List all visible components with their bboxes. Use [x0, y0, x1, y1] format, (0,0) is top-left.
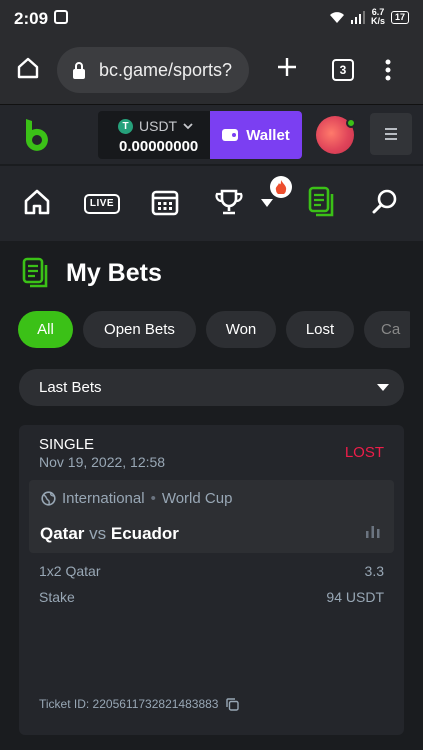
copy-icon[interactable]	[226, 697, 240, 711]
bet-date: Nov 19, 2022, 12:58	[39, 454, 166, 470]
more-menu-icon[interactable]	[384, 58, 392, 82]
odds-value: 3.3	[364, 563, 384, 579]
page-title-row: My Bets	[22, 257, 162, 289]
live-icon[interactable]: LIVE	[84, 194, 120, 214]
bets-range-select[interactable]: Last Bets	[19, 369, 404, 406]
stake-label: Stake	[39, 589, 75, 605]
fire-icon	[275, 180, 287, 194]
ticket-id: Ticket ID: 2205611732821483883	[39, 697, 219, 711]
filter-all[interactable]: All	[18, 311, 73, 348]
notification-icon	[54, 10, 68, 24]
my-bets-icon	[22, 257, 48, 288]
bet-type: SINGLE	[39, 436, 95, 453]
url-bar[interactable]: bc.game/sports?	[57, 47, 249, 93]
hot-badge	[270, 176, 292, 198]
select-value: Last Bets	[39, 379, 102, 396]
stake-value: 94 USDT	[326, 589, 384, 605]
search-icon[interactable]	[371, 188, 399, 216]
market-label: 1x2 Qatar	[39, 563, 101, 579]
home-icon[interactable]	[16, 56, 40, 80]
filter-won[interactable]: Won	[206, 311, 276, 348]
wifi-icon	[329, 12, 344, 23]
balance-display[interactable]: T USDT 0.00000000	[98, 111, 210, 159]
network-speed: 6.7 K/s	[370, 7, 385, 26]
ticket-id-row: Ticket ID: 2205611732821483883	[39, 697, 240, 711]
league-separator: •	[150, 490, 156, 507]
tab-switcher-button[interactable]: 3	[332, 59, 354, 81]
battery-icon: 17	[390, 10, 409, 24]
market-row: 1x2 Qatar 3.3	[39, 563, 384, 579]
bc-logo-icon[interactable]	[22, 117, 50, 153]
bet-card[interactable]: SINGLE Nov 19, 2022, 12:58 LOST Internat…	[19, 425, 404, 735]
status-bar: 2:09 6.7 K/s 17	[0, 0, 423, 36]
calendar-icon[interactable]	[151, 188, 179, 216]
filter-open-bets[interactable]: Open Bets	[83, 311, 196, 348]
avatar[interactable]	[316, 116, 356, 154]
currency-label: USDT	[139, 118, 178, 134]
new-tab-icon[interactable]	[276, 56, 298, 78]
wallet-icon	[222, 129, 239, 141]
status-badge: LOST	[344, 444, 384, 461]
caret-down-icon[interactable]	[261, 199, 273, 207]
status-time: 2:09	[14, 9, 49, 28]
status-icons: 6.7 K/s 17	[329, 8, 409, 26]
league-name: World Cup	[161, 490, 233, 507]
filter-canceled[interactable]: Ca	[364, 311, 410, 348]
wallet-button[interactable]: Wallet	[210, 111, 302, 159]
browser-toolbar: bc.game/sports? 3	[0, 36, 423, 104]
versus-label: vs	[89, 524, 107, 543]
home-team: Qatar	[40, 524, 85, 543]
my-bets-icon[interactable]	[308, 186, 336, 218]
away-team: Ecuador	[110, 524, 179, 543]
league-info: International • World Cup	[41, 490, 232, 507]
balance-amount: 0.00000000	[119, 138, 199, 155]
caret-down-icon	[377, 384, 389, 391]
sports-nav: LIVE	[0, 165, 423, 241]
stake-row: Stake 94 USDT	[39, 589, 384, 605]
page-title: My Bets	[66, 258, 162, 287]
menu-icon	[385, 128, 397, 140]
trophy-icon[interactable]	[215, 188, 243, 216]
signal-icon	[350, 10, 365, 24]
home-icon[interactable]	[23, 188, 51, 216]
online-indicator	[346, 118, 356, 128]
lock-icon	[73, 62, 85, 79]
chevron-down-icon	[183, 122, 193, 129]
match-info[interactable]: International • World Cup Qatar vs Ecuad…	[29, 480, 394, 553]
filter-chips: All Open Bets Won Lost Ca	[18, 311, 410, 349]
match-teams: Qatar vs Ecuador	[40, 524, 179, 544]
league-region: International	[62, 490, 145, 507]
filter-lost[interactable]: Lost	[286, 311, 354, 348]
url-text: bc.game/sports?	[99, 60, 233, 80]
wallet-label: Wallet	[246, 126, 290, 144]
usdt-coin-icon: T	[118, 118, 133, 134]
menu-button[interactable]	[370, 113, 412, 155]
globe-icon	[41, 491, 56, 506]
stats-icon[interactable]	[366, 526, 380, 538]
site-header: T USDT 0.00000000 Wallet	[0, 104, 423, 164]
